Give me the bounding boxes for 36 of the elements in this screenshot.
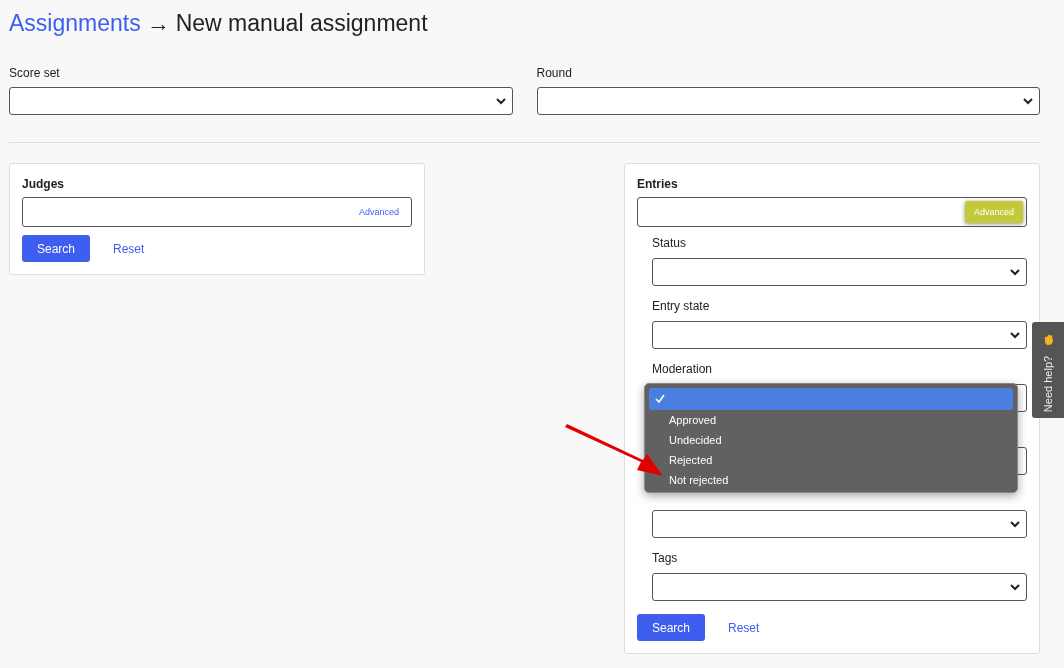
card-title: Entries bbox=[637, 177, 678, 191]
select-field[interactable] bbox=[9, 87, 513, 115]
select-field[interactable] bbox=[536, 87, 1040, 115]
breadcrumb-link[interactable]: Assignments bbox=[9, 9, 141, 37]
select-field[interactable] bbox=[652, 258, 1027, 286]
field-label: Tags bbox=[652, 551, 678, 565]
chevron-down-icon bbox=[495, 98, 506, 105]
select-field[interactable] bbox=[652, 510, 1027, 538]
menu-option[interactable]: Undecided bbox=[649, 430, 1013, 450]
search-button[interactable]: Search bbox=[22, 235, 90, 262]
field-label: Entry state bbox=[652, 299, 710, 313]
menu-option[interactable]: Approved bbox=[649, 410, 1013, 430]
chevron-down-icon bbox=[1010, 521, 1020, 528]
chevron-down-icon bbox=[1023, 98, 1033, 105]
chevron-down-icon bbox=[1010, 584, 1020, 591]
field-label: Status bbox=[652, 236, 687, 250]
page-title: New manual assignment bbox=[175, 9, 428, 37]
breadcrumb-separator: → bbox=[146, 9, 170, 37]
chevron-down-icon bbox=[1010, 332, 1020, 339]
card-title: Judges bbox=[22, 177, 64, 191]
select-field[interactable] bbox=[652, 321, 1027, 349]
reset-link[interactable]: Reset bbox=[728, 620, 760, 635]
search-button[interactable]: Search bbox=[637, 614, 705, 641]
field-label: Moderation bbox=[652, 362, 713, 376]
select-field[interactable] bbox=[652, 573, 1027, 601]
menu-option[interactable]: Not rejected bbox=[649, 470, 1013, 490]
hand-icon bbox=[1042, 334, 1054, 346]
reset-link[interactable]: Reset bbox=[113, 241, 145, 256]
chevron-down-icon bbox=[1010, 269, 1020, 276]
field-label: Score set bbox=[9, 66, 60, 80]
help-tab[interactable]: Need help? bbox=[1032, 322, 1064, 418]
menu-option[interactable]: Rejected bbox=[649, 450, 1013, 470]
advanced-link[interactable]: Advanced bbox=[358, 207, 399, 217]
search-field[interactable]: Advanced bbox=[22, 197, 412, 227]
check-icon bbox=[655, 394, 665, 403]
field-label: Round bbox=[536, 66, 572, 80]
